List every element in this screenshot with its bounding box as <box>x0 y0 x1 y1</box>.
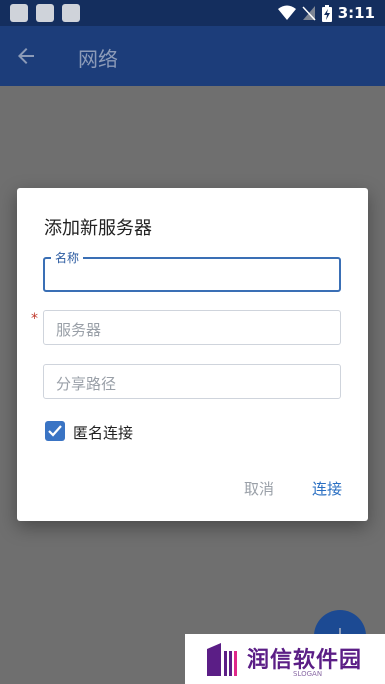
notification-icon <box>36 4 54 22</box>
share-path-field[interactable]: 分享路径 <box>43 364 341 399</box>
cancel-button[interactable]: 取消 <box>244 478 274 499</box>
notification-icon <box>10 4 28 22</box>
no-signal-icon <box>302 6 316 21</box>
checkmark-icon <box>48 425 62 437</box>
name-field-label: 名称 <box>51 249 84 266</box>
battery-charging-icon <box>321 4 332 22</box>
status-bar: 3:11 <box>0 0 385 26</box>
share-path-placeholder: 分享路径 <box>56 375 117 393</box>
app-bar: 网络 <box>0 26 385 86</box>
status-time: 3:11 <box>337 4 375 22</box>
notification-icon <box>62 4 80 22</box>
page-title: 网络 <box>78 47 118 71</box>
name-field[interactable] <box>43 257 341 292</box>
required-mark: * <box>31 311 38 327</box>
brand-logo-icon <box>207 643 237 676</box>
server-field[interactable]: 服务器 <box>43 310 341 345</box>
server-field-placeholder: 服务器 <box>56 321 102 339</box>
brand-slogan: SLOGAN <box>293 670 323 678</box>
anonymous-label: 匿名连接 <box>73 424 134 442</box>
back-arrow-icon[interactable] <box>14 44 38 68</box>
connect-button[interactable]: 连接 <box>312 478 342 499</box>
watermark: 润信软件园 SLOGAN <box>185 634 385 684</box>
anonymous-checkbox[interactable] <box>45 421 65 441</box>
add-server-dialog: 添加新服务器 名称 * 服务器 分享路径 匿名连接 取消 连接 <box>17 188 368 521</box>
dialog-title: 添加新服务器 <box>44 218 152 239</box>
wifi-icon <box>277 5 296 20</box>
